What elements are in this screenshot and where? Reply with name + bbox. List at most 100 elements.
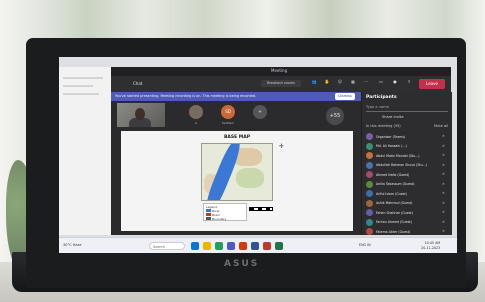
banner-text: You've started presenting. Meeting recor… (115, 94, 257, 98)
participant-name: Ashik Mahmud (Guest) (376, 201, 413, 205)
shared-screen: BASE MAP ✛ Legend River Road Boundary (121, 131, 353, 231)
participant-avatar (366, 180, 373, 188)
meeting-toolbar: Chat Breakout rooms 👥 ✋ ☺ ▦ ⋯ ▭ ● ⇪ Leav… (111, 76, 451, 92)
share-icon[interactable]: ⇪ (402, 79, 416, 89)
participant-row[interactable]: Md. Ali Hossain (...) ✕ (366, 142, 450, 152)
participant-avatar (366, 152, 373, 159)
mic-muted-icon: ✕ (442, 219, 445, 224)
participant-tiles: A SD Saddam + +55 (111, 103, 361, 129)
base-map (201, 143, 273, 201)
excel-icon[interactable] (275, 242, 283, 250)
participant-name: Saddam (221, 121, 235, 125)
hand-icon[interactable]: ✋ (320, 79, 334, 89)
taskbar-search-box[interactable]: Search (149, 242, 185, 250)
breakout-rooms-button[interactable]: Breakout rooms (261, 80, 301, 87)
participant-row[interactable]: Abdul Matin Mondal (Stu...) ✕ (366, 151, 450, 161)
pdf-icon[interactable] (263, 242, 271, 250)
participant-avatar (366, 218, 373, 226)
participant-row[interactable]: Fahim Shahriar (Guest) ✕ (366, 208, 450, 218)
grid-icon[interactable]: ▦ (346, 79, 360, 89)
participant-name: Fahim Shahriar (Guest) (376, 210, 413, 215)
section-label: In this meeting (55) (366, 124, 401, 128)
mic-muted-icon: ✕ (442, 134, 445, 138)
weather-widget[interactable]: 30°C Haze (63, 243, 82, 247)
background-line (63, 77, 103, 79)
overflow-participants-badge[interactable]: +55 (326, 107, 344, 125)
leave-button[interactable]: Leave (419, 79, 445, 89)
participant-row[interactable]: Fatema Akter (Guest) ✕ (366, 227, 450, 237)
teams-meeting-window: Meeting Chat Breakout rooms 👥 ✋ ☺ ▦ ⋯ ▭ … (111, 67, 452, 245)
participant-avatar[interactable]: SD (221, 105, 235, 119)
participant-row[interactable]: Abdullah Rahman Shuvo (Stu...) ✕ (366, 161, 450, 171)
mute-all-button[interactable]: Mute all (434, 124, 448, 128)
mic-muted-icon: ✕ (442, 200, 445, 205)
windows-taskbar: 30°C Haze Search ENG IN 10:45 AM 20-11-2… (59, 237, 457, 253)
legend-label: Boundary (212, 217, 227, 221)
browser-icon[interactable] (215, 242, 223, 250)
file-explorer-icon[interactable] (203, 242, 211, 250)
participant-name: Fatema Akter (Guest) (376, 229, 411, 234)
recording-banner: You've started presenting. Meeting recor… (111, 92, 361, 101)
panel-title: Participants (366, 95, 397, 100)
participant-avatar (366, 228, 373, 235)
participant-row[interactable]: Organiser (Teams) ✕ (366, 132, 450, 142)
in-meeting-section: In this meeting (55) Mute all (366, 124, 448, 128)
taskbar-clock[interactable]: 10:45 AM 20-11-2023 (421, 241, 440, 251)
teams-icon[interactable] (227, 242, 235, 250)
participant-avatar[interactable] (189, 105, 203, 119)
participant-avatar (366, 142, 373, 150)
map-scale-bar (249, 207, 273, 211)
participant-row[interactable]: Ariful Islam (Guest) ✕ (366, 189, 450, 199)
participant-name: Md. Ali Hossain (...) (376, 144, 407, 148)
dismiss-button[interactable]: Dismiss (335, 93, 355, 100)
people-icon[interactable]: 👥 (307, 79, 321, 89)
participant-search-input[interactable]: Type a name (366, 104, 448, 112)
participant-name: Abdullah Rahman Shuvo (Stu...) (376, 163, 427, 167)
mic-muted-icon: ✕ (442, 181, 445, 186)
participant-name: Ariful Islam (Guest) (376, 191, 407, 196)
participant-name: Organiser (Teams) (376, 134, 406, 139)
background-window (59, 67, 111, 235)
start-icon[interactable] (191, 242, 199, 250)
laptop-screen: Meeting Chat Breakout rooms 👥 ✋ ☺ ▦ ⋯ ▭ … (59, 57, 457, 253)
participant-name: Abdul Matin Mondal (Stu...) (376, 153, 420, 158)
mic-muted-icon: ✕ (442, 162, 445, 167)
participant-avatar (366, 190, 373, 197)
participant-avatar (366, 199, 373, 207)
participant-row[interactable]: Ashik Mahmud (Guest) ✕ (366, 199, 450, 209)
participants-panel: Participants Type a name Share invite In… (361, 92, 452, 245)
powerpoint-icon[interactable] (239, 242, 247, 250)
more-icon[interactable]: ⋯ (359, 79, 373, 89)
participant-avatar (366, 161, 373, 169)
window-title: Meeting (271, 68, 288, 73)
background-line (63, 85, 93, 87)
participant-name: Ahmed Nafiz (Guest) (376, 172, 410, 177)
participant-avatar (366, 209, 373, 216)
camera-icon[interactable]: ▭ (374, 79, 388, 89)
mic-muted-icon: ✕ (442, 143, 445, 148)
participant-list: Organiser (Teams) ✕ Md. Ali Hossain (...) ✕… (366, 132, 450, 246)
participant-name: Anika Tabassum (Guest) (376, 182, 415, 186)
system-tray[interactable]: ENG IN (359, 243, 371, 247)
north-arrow-icon: ✛ (279, 143, 285, 150)
laptop-brand-logo: ASUS (224, 259, 260, 269)
map-title: BASE MAP (223, 135, 251, 140)
participant-avatar[interactable]: + (253, 105, 267, 119)
participant-avatar (366, 133, 373, 140)
mic-muted-icon: ✕ (442, 153, 445, 157)
presenter-video[interactable] (117, 103, 165, 127)
mic-muted-icon: ✕ (442, 210, 445, 214)
legend-swatch (206, 217, 211, 220)
participant-name: Farhan Ahmed (Guest) (376, 220, 412, 224)
clock-date: 20-11-2023 (421, 246, 441, 250)
participant-row[interactable]: Farhan Ahmed (Guest) ✕ (366, 218, 450, 228)
mic-icon[interactable]: ● (388, 79, 402, 89)
legend-item: Boundary (206, 217, 244, 221)
chat-tab[interactable]: Chat (133, 81, 142, 86)
word-icon[interactable] (251, 242, 259, 250)
share-invite-button[interactable]: Share invite (382, 115, 404, 119)
participant-row[interactable]: Ahmed Nafiz (Guest) ✕ (366, 170, 450, 180)
participant-row[interactable]: Anika Tabassum (Guest) ✕ (366, 180, 450, 190)
smile-icon[interactable]: ☺ (333, 79, 347, 89)
map-legend: Legend River Road Boundary (203, 203, 247, 221)
